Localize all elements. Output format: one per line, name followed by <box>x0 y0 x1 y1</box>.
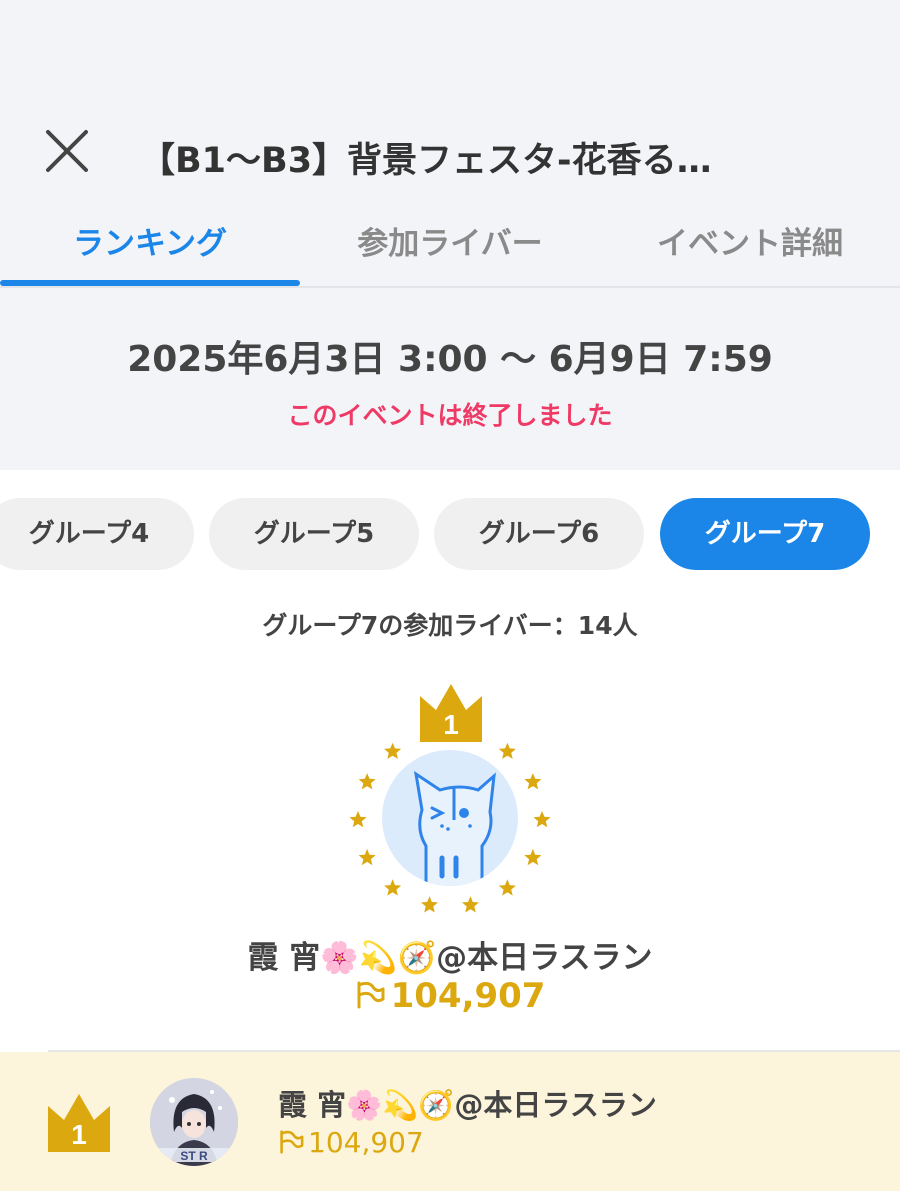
avatar[interactable]: ST R <box>150 1078 238 1166</box>
group-chip-6[interactable]: グループ6 <box>434 498 644 570</box>
ranking-row[interactable]: 1 ST R 霞 宵🌸💫🧭@本日ラスラン 104,907 <box>0 1052 900 1191</box>
svg-text:ST R: ST R <box>180 1149 208 1163</box>
star-icon <box>461 896 479 913</box>
active-tab-indicator <box>0 280 300 286</box>
top-rank-score: 104,907 <box>0 976 900 1016</box>
tab-event-details[interactable]: イベント詳細 <box>600 212 900 282</box>
flag-icon <box>357 981 385 1009</box>
star-icon <box>524 848 542 866</box>
star-icon <box>421 725 439 743</box>
top-rank-score-value: 104,907 <box>390 976 546 1016</box>
group-chip-5[interactable]: グループ5 <box>209 498 419 570</box>
star-icon <box>384 879 402 896</box>
tab-bar: ランキング 参加ライバー イベント詳細 <box>0 212 900 288</box>
star-icon <box>524 773 542 790</box>
close-button[interactable] <box>40 124 94 178</box>
flag-icon <box>280 1130 304 1154</box>
star-icon <box>461 725 479 743</box>
star-icon <box>349 811 367 828</box>
star-icon <box>498 879 516 896</box>
event-status: このイベントは終了しました <box>287 401 613 430</box>
tab-participants[interactable]: 参加ライバー <box>300 212 600 282</box>
row-rank-number: 1 <box>71 1119 87 1150</box>
user-avatar-image: ST R <box>150 1078 238 1166</box>
participant-count: グループ7の参加ライバー：14人 <box>262 611 638 640</box>
star-icon <box>384 742 402 759</box>
tab-ranking[interactable]: ランキング <box>0 212 300 282</box>
group-chip-4[interactable]: グループ4 <box>0 498 194 570</box>
avatar-top[interactable] <box>382 750 518 886</box>
crown-icon: 1 <box>46 1090 112 1156</box>
event-period: 2025年6月3日 3:00 〜 6月9日 7:59 <box>127 339 773 380</box>
event-title: 【B1〜B3】背景フェスタ-花香る… <box>140 141 712 181</box>
group-chips: グループ4 グループ5 グループ6 グループ7 <box>0 498 900 570</box>
star-icon <box>533 811 551 828</box>
close-icon <box>46 130 88 172</box>
group-chip-7[interactable]: グループ7 <box>660 498 870 570</box>
star-icon <box>421 896 439 913</box>
row-name: 霞 宵🌸💫🧭@本日ラスラン <box>278 1088 657 1122</box>
default-cat-avatar-icon <box>413 770 496 886</box>
top-rank-name: 霞 宵🌸💫🧭@本日ラスラン <box>247 940 653 976</box>
star-icon <box>358 773 376 790</box>
star-icon <box>498 742 516 759</box>
row-score: 104,907 <box>278 1126 424 1159</box>
row-score-value: 104,907 <box>308 1126 424 1159</box>
star-icon <box>358 848 376 866</box>
